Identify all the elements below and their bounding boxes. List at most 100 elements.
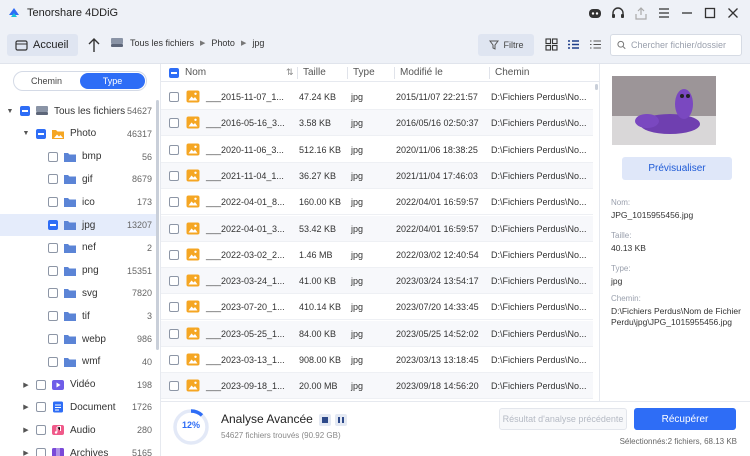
row-checkbox[interactable]	[169, 302, 179, 313]
tree-item-png[interactable]: png 15351	[0, 260, 156, 282]
list-scrollbar[interactable]	[595, 84, 598, 90]
tree-item-photo[interactable]: ▼ Photo 46317	[0, 123, 156, 145]
file-row[interactable]: ___2023-03-13_1... 908.00 KB jpg 2023/03/13…	[161, 347, 593, 373]
tree-checkbox[interactable]	[48, 174, 58, 185]
caret-right-icon[interactable]: ▶	[22, 449, 30, 456]
tree-checkbox[interactable]	[48, 151, 58, 162]
breadcrumb: Tous les fichiers ▶ Photo ▶ jpg	[110, 37, 264, 48]
previous-scan-button[interactable]: Résultat d'analyse précédente	[499, 408, 627, 430]
tree-item-svg[interactable]: svg 7820	[0, 282, 156, 304]
search-box[interactable]	[610, 34, 742, 56]
share-icon[interactable]	[632, 4, 650, 22]
up-arrow-icon[interactable]	[87, 36, 101, 54]
row-checkbox[interactable]	[169, 276, 179, 287]
filter-button[interactable]: Filtre	[478, 34, 534, 56]
tree-checkbox[interactable]	[48, 356, 58, 367]
tree-item-audio[interactable]: ▶ Audio 280	[0, 419, 156, 441]
row-checkbox[interactable]	[169, 197, 179, 208]
caret-down-icon[interactable]: ▼	[6, 107, 14, 115]
file-row[interactable]: ___2022-04-01_3... 53.42 KB jpg 2022/04/01 …	[161, 215, 593, 242]
tree-checkbox[interactable]	[48, 242, 58, 253]
row-checkbox[interactable]	[169, 355, 179, 365]
search-input[interactable]	[631, 40, 741, 50]
file-name: ___2022-04-01_3...	[206, 223, 285, 234]
tab-type[interactable]: Type	[80, 73, 145, 89]
tree-item-archives[interactable]: ▶ Archives 5165	[0, 442, 156, 456]
row-checkbox[interactable]	[169, 249, 179, 260]
tree-item-webp[interactable]: webp 986	[0, 328, 156, 350]
sidebar-scrollbar[interactable]	[156, 100, 159, 350]
file-row[interactable]: ___2023-07-20_1... 410.14 KB jpg 2023/07/20…	[161, 294, 593, 321]
maximize-icon[interactable]	[701, 4, 719, 22]
file-modified: 2021/11/04 17:46:03	[396, 170, 478, 181]
grid-view-icon[interactable]	[543, 36, 559, 52]
file-row[interactable]: ___2023-03-24_1... 41.00 KB jpg 2023/03/24 …	[161, 268, 593, 295]
tree-item-tous-les-fichiers[interactable]: ▼ Tous les fichiers 54627	[0, 100, 156, 122]
row-checkbox[interactable]	[169, 118, 179, 129]
home-button[interactable]: Accueil	[7, 34, 78, 56]
preview-button[interactable]: Prévisualiser	[622, 157, 732, 180]
pause-button[interactable]	[335, 414, 347, 426]
tree-item-jpg[interactable]: jpg 13207	[0, 214, 156, 236]
tree-checkbox[interactable]	[36, 402, 46, 413]
tree-item-gif[interactable]: gif 8679	[0, 168, 156, 190]
tree-item-tif[interactable]: tif 3	[0, 305, 156, 327]
tree-checkbox[interactable]	[36, 379, 46, 390]
tree-item-ico[interactable]: ico 173	[0, 191, 156, 213]
tree-item-wmf[interactable]: wmf 40	[0, 351, 156, 373]
caret-right-icon[interactable]: ▶	[22, 403, 30, 411]
caret-down-icon[interactable]: ▼	[22, 130, 30, 138]
column-name[interactable]: Nom	[185, 67, 206, 78]
breadcrumb-item-jpg[interactable]: jpg	[252, 38, 264, 48]
file-row[interactable]: ___2021-11-04_1... 36.27 KB jpg 2021/11/04 …	[161, 162, 593, 189]
detail-view-icon[interactable]	[587, 36, 603, 52]
column-path[interactable]: Chemin	[495, 67, 529, 78]
tree-checkbox[interactable]	[20, 106, 30, 116]
close-icon[interactable]	[724, 4, 742, 22]
file-row[interactable]: ___2023-05-25_1... 84.00 KB jpg 2023/05/25 …	[161, 320, 593, 347]
caret-right-icon[interactable]: ▶	[22, 381, 30, 389]
file-row[interactable]: ___2020-11-06_3... 512.16 KB jpg 2020/11/06…	[161, 137, 593, 163]
file-row[interactable]: ___2022-04-01_8... 160.00 KB jpg 2022/04/01…	[161, 189, 593, 216]
row-checkbox[interactable]	[169, 328, 179, 339]
tree-checkbox[interactable]	[36, 448, 46, 456]
tree-checkbox[interactable]	[48, 288, 58, 299]
tab-chemin[interactable]: Chemin	[14, 72, 79, 90]
tree-checkbox[interactable]	[36, 425, 46, 436]
minimize-icon[interactable]	[678, 4, 696, 22]
file-row[interactable]: ___2023-09-18_1... 20.00 MB jpg 2023/09/18 …	[161, 373, 593, 400]
robot-icon[interactable]	[586, 4, 604, 22]
tree-item-nef[interactable]: nef 2	[0, 237, 156, 259]
tree-checkbox[interactable]	[48, 197, 58, 208]
breadcrumb-item-all[interactable]: Tous les fichiers	[130, 38, 194, 48]
row-checkbox[interactable]	[169, 381, 179, 392]
tree-item-document[interactable]: ▶ Document 1726	[0, 396, 156, 418]
sort-icon[interactable]: ⇅	[286, 67, 294, 78]
caret-right-icon[interactable]: ▶	[22, 426, 30, 434]
tree-checkbox[interactable]	[48, 334, 58, 344]
file-row[interactable]: ___2016-05-16_3... 3.58 KB jpg 2016/05/16 0…	[161, 110, 593, 137]
tree-item-bmp[interactable]: bmp 56	[0, 146, 156, 168]
tree-checkbox[interactable]	[36, 128, 46, 139]
drive-icon	[36, 106, 48, 115]
row-checkbox[interactable]	[169, 170, 179, 181]
column-modified[interactable]: Modifié le	[400, 67, 443, 78]
tree-item-vid-o[interactable]: ▶ Vidéo 198	[0, 374, 156, 396]
column-size[interactable]: Taille	[303, 67, 326, 78]
row-checkbox[interactable]	[169, 223, 179, 234]
menu-icon[interactable]	[655, 4, 673, 22]
tree-checkbox[interactable]	[48, 311, 58, 322]
column-type[interactable]: Type	[353, 67, 375, 78]
row-checkbox[interactable]	[169, 144, 179, 155]
stop-button[interactable]	[319, 414, 331, 426]
headset-icon[interactable]	[609, 4, 627, 22]
row-checkbox[interactable]	[169, 92, 179, 102]
file-row[interactable]: ___2015-11-07_1... 47.24 KB jpg 2015/11/07 …	[161, 84, 593, 110]
list-view-icon[interactable]	[565, 36, 581, 52]
tree-checkbox[interactable]	[48, 220, 58, 230]
file-row[interactable]: ___2022-03-02_2... 1.46 MB jpg 2022/03/02 1…	[161, 242, 593, 268]
tree-checkbox[interactable]	[48, 265, 58, 276]
select-all-checkbox[interactable]	[169, 68, 179, 78]
recover-button[interactable]: Récupérer	[634, 408, 736, 430]
breadcrumb-item-photo[interactable]: Photo	[211, 38, 235, 48]
